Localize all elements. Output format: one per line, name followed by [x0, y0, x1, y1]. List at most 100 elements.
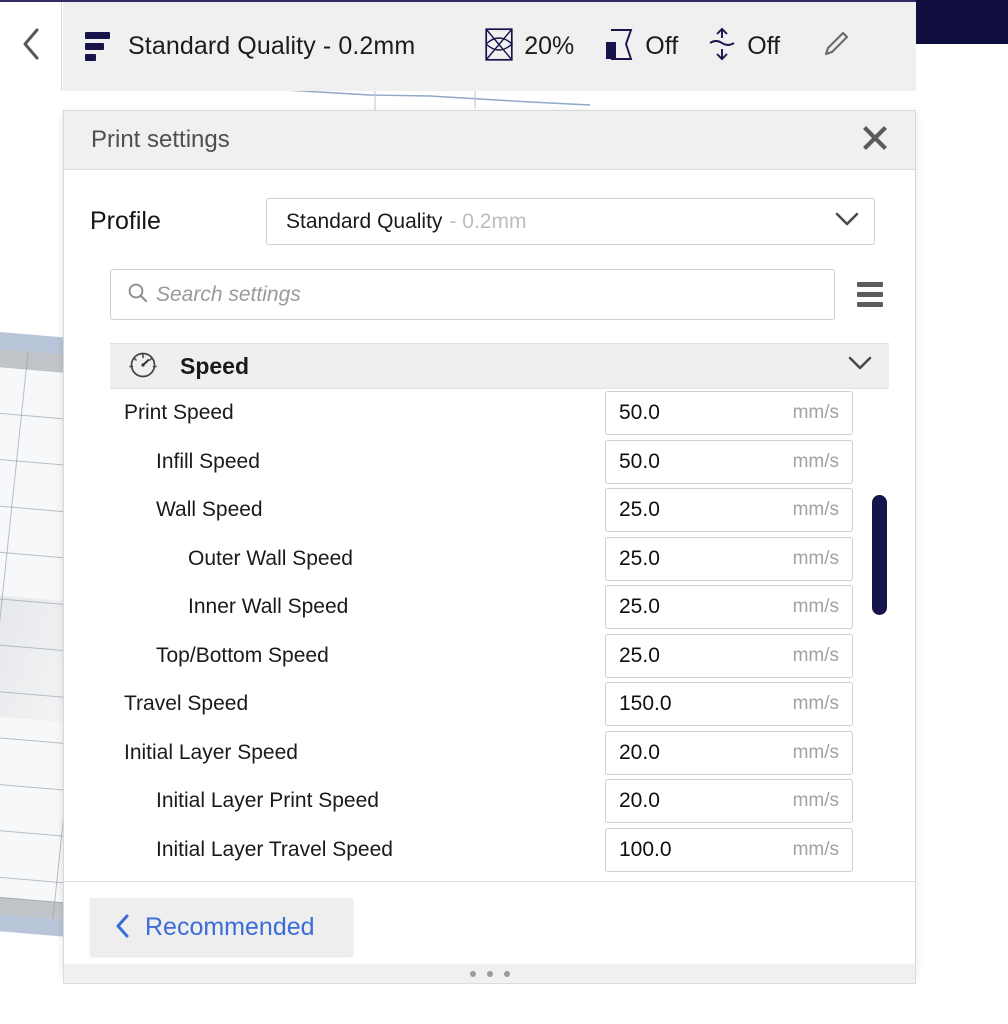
setting-row[interactable]: Initial Layer Travel Speed 100.0 mm/s — [110, 826, 889, 875]
search-input[interactable]: Search settings — [110, 269, 835, 320]
setting-row[interactable]: Inner Wall Speed 25.0 mm/s — [110, 583, 889, 632]
chevron-left-icon — [20, 27, 42, 66]
setting-value-input[interactable]: 150.0 mm/s — [605, 682, 853, 727]
infill-icon — [485, 27, 514, 66]
setting-row[interactable]: Initial Layer Print Speed 20.0 mm/s — [110, 777, 889, 826]
setting-unit: mm/s — [792, 741, 839, 763]
setting-label: Initial Layer Travel Speed — [156, 837, 393, 861]
adhesion-icon — [708, 27, 736, 66]
setting-row[interactable]: Infill Speed 50.0 mm/s — [110, 438, 889, 487]
setting-value: 25.0 — [619, 546, 660, 570]
setting-row[interactable]: Initial Layer Speed 20.0 mm/s — [110, 729, 889, 778]
setting-label: Initial Layer Speed — [124, 740, 298, 764]
layer-height-icon — [85, 32, 110, 61]
setting-value-input[interactable]: 25.0 mm/s — [605, 633, 853, 678]
section-title-speed: Speed — [180, 352, 250, 379]
setting-unit: mm/s — [792, 838, 839, 860]
support-value: Off — [645, 32, 679, 60]
setting-label: Initial Layer Print Speed — [156, 789, 379, 813]
setting-unit: mm/s — [792, 547, 839, 569]
support-summary-button[interactable]: Off — [604, 28, 678, 66]
chevron-left-icon — [115, 913, 131, 942]
setting-value: 100.0 — [619, 837, 672, 861]
setting-unit: mm/s — [792, 596, 839, 618]
settings-scroll-area[interactable]: Speed Print Speed 50.0 mm/s Infill Speed 50.… — [110, 343, 889, 881]
setting-label: Inner Wall Speed — [188, 595, 349, 619]
setting-row[interactable]: Print Speed 50.0 mm/s — [110, 389, 889, 438]
profile-dropdown[interactable]: Standard Quality - 0.2mm — [266, 198, 875, 245]
profile-row: Profile Standard Quality - 0.2mm — [64, 170, 915, 245]
setting-value-input[interactable]: 50.0 mm/s — [605, 391, 853, 436]
setting-value-input[interactable]: 25.0 mm/s — [605, 488, 853, 533]
pencil-icon — [822, 30, 850, 63]
section-header-speed[interactable]: Speed — [110, 343, 889, 389]
infill-value: 20% — [524, 32, 575, 60]
close-button[interactable] — [858, 123, 892, 157]
setting-unit: mm/s — [792, 790, 839, 812]
infill-summary-button[interactable]: 20% — [485, 27, 575, 66]
recommended-label: Recommended — [145, 912, 315, 941]
dots-grip-icon — [503, 970, 510, 977]
app-root: Standard Quality - 0.2mm 20% Off Off Pri… — [0, 0, 1008, 1024]
setting-value: 50.0 — [619, 449, 660, 473]
search-placeholder: Search settings — [156, 282, 301, 306]
setting-unit: mm/s — [792, 450, 839, 472]
setting-value: 25.0 — [619, 498, 660, 522]
adhesion-value: Off — [747, 32, 781, 60]
setting-row[interactable]: Outer Wall Speed 25.0 mm/s — [110, 535, 889, 584]
setting-label: Print Speed — [124, 401, 234, 425]
profile-selected-suffix: - 0.2mm — [449, 209, 527, 233]
profile-selected-value: Standard Quality — [286, 209, 443, 233]
back-button[interactable] — [0, 2, 62, 91]
setting-value: 20.0 — [619, 740, 660, 764]
viewport-corner-block — [916, 0, 1008, 44]
print-setup-toolbar[interactable]: Standard Quality - 0.2mm 20% Off Off — [63, 2, 916, 91]
setting-unit: mm/s — [792, 499, 839, 521]
setting-value: 25.0 — [619, 595, 660, 619]
setting-row[interactable]: Top/Bottom Speed 25.0 mm/s — [110, 632, 889, 681]
setting-value-input[interactable]: 25.0 mm/s — [605, 585, 853, 630]
dots-grip-icon — [469, 970, 476, 977]
settings-rows: Print Speed 50.0 mm/s Infill Speed 50.0 mm/s W… — [110, 389, 889, 874]
setting-label: Outer Wall Speed — [188, 546, 353, 570]
dots-grip-icon — [486, 970, 493, 977]
setting-value-input[interactable]: 50.0 mm/s — [605, 439, 853, 484]
setting-value: 20.0 — [619, 789, 660, 813]
search-icon — [127, 282, 148, 308]
print-settings-panel: Print settings Profile Standard Quality … — [63, 110, 916, 975]
recommended-button[interactable]: Recommended — [90, 898, 353, 956]
setting-label: Travel Speed — [124, 692, 249, 716]
profile-label: Profile — [90, 207, 161, 235]
panel-resize-grip[interactable] — [63, 964, 916, 984]
setting-value-input[interactable]: 20.0 mm/s — [605, 779, 853, 824]
setting-value-input[interactable]: 25.0 mm/s — [605, 536, 853, 581]
support-icon — [604, 28, 634, 66]
close-icon — [862, 125, 888, 156]
setting-value-input[interactable]: 100.0 mm/s — [605, 827, 853, 872]
setting-unit: mm/s — [792, 402, 839, 424]
setting-value: 50.0 — [619, 401, 660, 425]
edit-profile-button[interactable] — [822, 30, 850, 63]
chevron-down-icon — [834, 211, 860, 233]
setting-label: Wall Speed — [156, 498, 263, 522]
hamburger-menu-icon[interactable] — [857, 282, 883, 307]
page-title: Print settings — [91, 126, 230, 153]
setting-value: 25.0 — [619, 643, 660, 667]
panel-header: Print settings — [64, 111, 915, 170]
chevron-down-icon[interactable] — [847, 355, 873, 377]
settings-scrollbar[interactable] — [872, 495, 887, 615]
setting-value-input[interactable]: 20.0 mm/s — [605, 730, 853, 775]
setting-row[interactable]: Wall Speed 25.0 mm/s — [110, 486, 889, 535]
toolbar-profile-title: Standard Quality - 0.2mm — [128, 32, 416, 60]
setting-unit: mm/s — [792, 693, 839, 715]
speedometer-icon — [128, 349, 158, 384]
adhesion-summary-button[interactable]: Off — [708, 27, 780, 66]
setting-value: 150.0 — [619, 692, 672, 716]
profile-summary-button[interactable]: Standard Quality - 0.2mm — [85, 32, 415, 61]
panel-footer: Recommended — [64, 881, 915, 974]
setting-label: Top/Bottom Speed — [156, 643, 329, 667]
setting-unit: mm/s — [792, 644, 839, 666]
setting-label: Infill Speed — [156, 449, 260, 473]
search-row: Search settings — [64, 245, 915, 320]
setting-row[interactable]: Travel Speed 150.0 mm/s — [110, 680, 889, 729]
